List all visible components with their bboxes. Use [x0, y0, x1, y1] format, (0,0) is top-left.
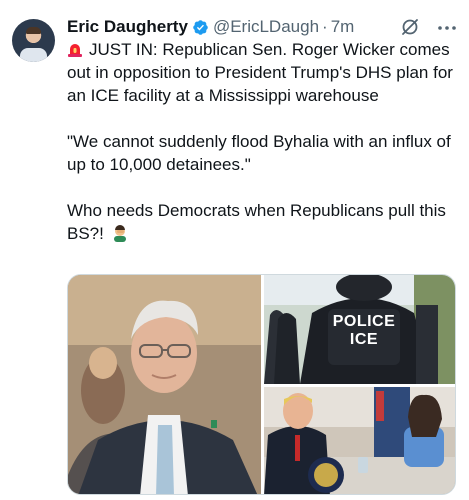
photo-ice-police[interactable]: POLICE ICE	[264, 275, 455, 384]
verified-badge-icon	[193, 19, 208, 35]
photo-press-conference[interactable]	[264, 387, 455, 494]
avatar-shirt	[20, 48, 47, 62]
tweet-text: JUST IN: Republican Sen. Roger Wicker co…	[67, 38, 463, 245]
photo-senator[interactable]	[68, 275, 261, 494]
more-icon[interactable]	[436, 19, 458, 37]
tweet-quote: "We cannot suddenly flood Byhalia with a…	[67, 132, 451, 174]
siren-emoji-icon	[68, 44, 82, 57]
facepalm-emoji-icon	[113, 225, 126, 242]
author-name[interactable]: Eric Daugherty	[67, 17, 188, 37]
tweet[interactable]: Eric Daugherty @EricLDaugh · 7m JUST IN:…	[0, 0, 469, 500]
tweet-time[interactable]: 7m	[331, 17, 355, 37]
police-ice-label-line: ICE	[349, 331, 379, 348]
tweet-header: Eric Daugherty @EricLDaugh · 7m	[67, 16, 354, 38]
senator-photo-drawing	[68, 275, 261, 494]
tweet-text-paragraph-1: JUST IN: Republican Sen. Roger Wicker co…	[67, 38, 463, 107]
police-ice-label-line: POLICE	[332, 313, 396, 330]
avatar-hair	[26, 27, 41, 34]
media-grid[interactable]: POLICE ICE	[67, 274, 456, 495]
author-avatar[interactable]	[12, 19, 55, 62]
separator-dot: ·	[322, 17, 328, 36]
tweet-text-line-1: JUST IN: Republican Sen. Roger Wicker co…	[67, 40, 453, 105]
author-handle[interactable]: @EricLDaugh	[213, 17, 319, 37]
police-ice-label: POLICE ICE	[332, 313, 396, 349]
conference-photo-drawing	[264, 387, 455, 494]
tweet-text-paragraph-3: Who needs Democrats when Republicans pul…	[67, 199, 463, 245]
tweet-text-paragraph-2: "We cannot suddenly flood Byhalia with a…	[67, 130, 463, 176]
grok-icon[interactable]	[400, 17, 420, 37]
